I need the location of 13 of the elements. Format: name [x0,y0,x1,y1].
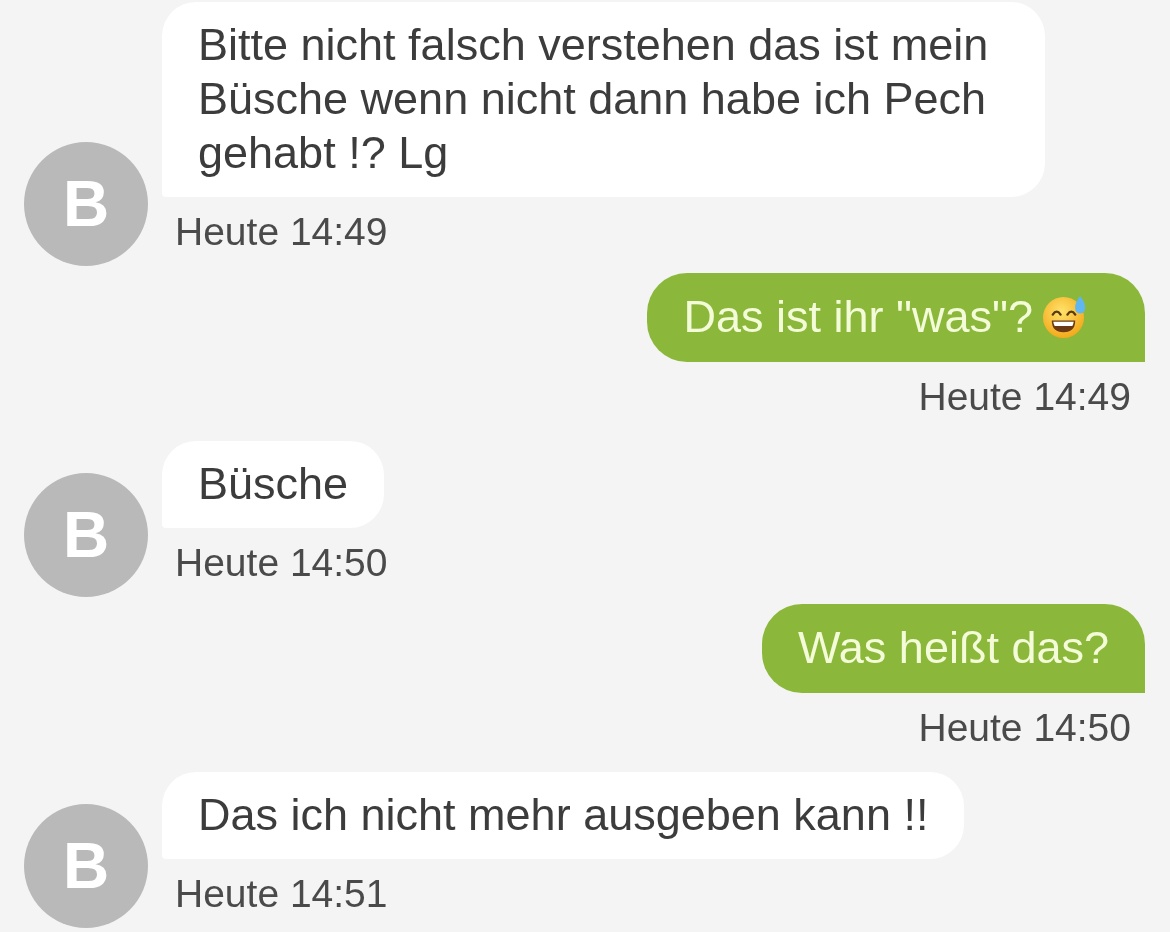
message-time: Heute 14:50 [918,708,1131,748]
message-text: Das ich nicht mehr ausgeben kann !! [198,788,929,842]
message-text: Bitte nicht falsch verstehen das ist mein Büsche wenn nicht dann habe ich Pech gehabt !? Lg [198,18,990,180]
avatar: B [24,142,148,266]
message-time: Heute 14:49 [175,212,388,252]
message-time: Heute 14:50 [175,543,388,583]
avatar: B [24,473,148,597]
message-time: Heute 14:49 [918,377,1131,417]
message-time: Heute 14:51 [175,874,388,914]
avatar: B [24,804,148,928]
message-text: Büsche [198,457,349,511]
message-text: Was heißt das? [798,621,1109,675]
message-text: Das ist ihr "was"? [683,290,1033,344]
